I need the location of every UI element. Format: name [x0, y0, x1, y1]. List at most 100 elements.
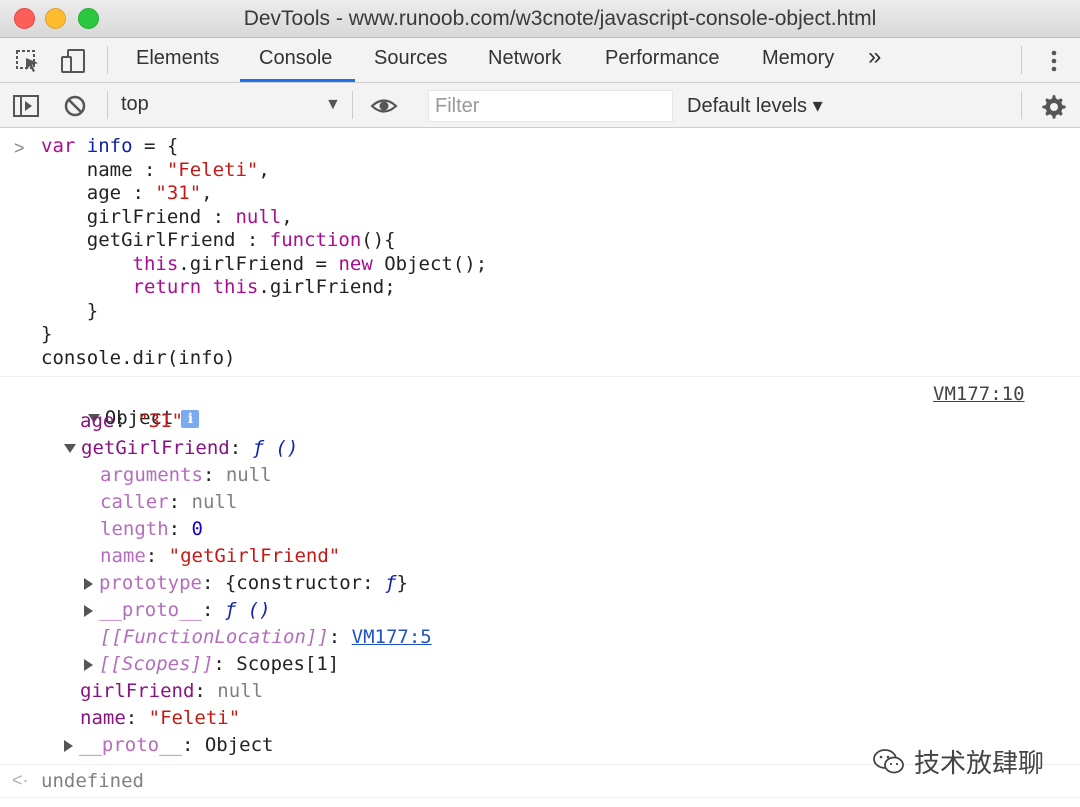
inspect-element-icon[interactable]	[14, 47, 42, 75]
message-divider	[0, 797, 1080, 798]
tab-sources[interactable]: Sources	[374, 47, 447, 70]
code-token: info	[86, 135, 133, 157]
watermark-text: 技术放肆聊	[913, 749, 1044, 779]
toolbar-separator	[352, 91, 353, 119]
code-token: null	[217, 680, 264, 702]
object-property-row: name: "getGirlFriend"	[100, 544, 340, 568]
object-property-row[interactable]: getGirlFriend: ƒ ()	[64, 436, 298, 460]
code-token: :	[168, 491, 192, 513]
more-options-icon[interactable]	[1040, 47, 1068, 75]
code-token: : Object	[181, 734, 274, 756]
code-token: :	[114, 410, 138, 432]
object-property-row[interactable]: __proto__: ƒ ()	[84, 598, 271, 622]
source-link[interactable]: VM177:10	[933, 382, 1025, 406]
code-token: [[Scopes]]	[99, 653, 214, 675]
devtools-tabbar: Elements Console Sources Network Perform…	[0, 38, 1080, 83]
expand-triangle-icon[interactable]	[84, 658, 93, 671]
device-toolbar-icon[interactable]	[59, 47, 87, 75]
code-token: :	[145, 545, 169, 567]
code-token: }	[41, 323, 53, 345]
tab-console[interactable]: Console	[259, 47, 332, 70]
code-token: .girlFriend =	[178, 252, 339, 275]
context-dropdown-icon[interactable]: ▼	[325, 96, 341, 114]
code-token: :	[328, 626, 352, 648]
code-token: prototype	[99, 572, 202, 594]
filter-input[interactable]: Filter	[428, 90, 673, 122]
tabbar-separator	[107, 46, 108, 74]
object-root[interactable]: Object i	[42, 382, 200, 429]
object-property-row[interactable]: __proto__: Object	[64, 733, 273, 757]
code-token: ƒ ()	[224, 599, 271, 621]
code-token: :	[202, 464, 226, 486]
expand-triangle-icon[interactable]	[84, 577, 93, 590]
code-token: girlFriend :	[41, 205, 236, 228]
result-arrow-icon: <·	[12, 770, 29, 790]
code-token: ƒ ()	[252, 437, 299, 459]
code-line: }	[41, 322, 52, 346]
context-selector[interactable]: top	[121, 93, 149, 116]
expand-triangle-icon[interactable]	[64, 739, 73, 752]
show-sidebar-icon[interactable]	[12, 92, 40, 120]
object-property-row[interactable]: [[Scopes]]: Scopes[1]	[84, 652, 339, 676]
code-token: null	[191, 491, 238, 513]
code-token: getGirlFriend	[81, 437, 230, 459]
code-token: getGirlFriend :	[41, 229, 270, 251]
watermark: 技术放肆聊	[872, 743, 1044, 780]
more-tabs-button[interactable]: »	[868, 43, 881, 71]
code-token: name	[80, 707, 126, 729]
code-token: Object();	[372, 252, 488, 275]
code-token: function	[269, 229, 362, 251]
code-token: this	[212, 276, 259, 298]
code-token: :	[168, 518, 192, 540]
object-property-row: girlFriend: null	[80, 679, 263, 703]
code-token: 0	[191, 518, 203, 540]
object-property-row: name: "Feleti"	[80, 706, 240, 730]
object-property-row: arguments: null	[100, 463, 272, 487]
expand-triangle-icon[interactable]	[84, 604, 93, 617]
code-token: : {constructor:	[201, 572, 385, 594]
code-token: }	[41, 299, 99, 322]
code-token: ,	[201, 182, 213, 204]
code-token: "getGirlFriend"	[168, 545, 341, 567]
live-expression-eye-icon[interactable]	[370, 92, 398, 120]
code-token: "31"	[155, 182, 202, 204]
collapse-triangle-icon[interactable]	[64, 444, 76, 453]
code-token: null	[225, 464, 272, 486]
code-token: :	[194, 680, 218, 702]
console-output[interactable]: > var info = { name : "Feleti", age : "3…	[0, 129, 1080, 807]
info-icon[interactable]: i	[181, 409, 200, 428]
tab-network[interactable]: Network	[488, 47, 561, 70]
code-token: length	[100, 518, 169, 540]
settings-gear-icon[interactable]	[1039, 92, 1067, 120]
object-property-row[interactable]: prototype: {constructor: ƒ}	[84, 571, 408, 595]
object-property-row: length: 0	[100, 517, 203, 541]
code-token: __proto__	[99, 599, 202, 621]
tab-memory[interactable]: Memory	[762, 47, 834, 70]
code-token: "Feleti"	[166, 158, 259, 181]
code-token: :	[229, 437, 253, 459]
code-token: new	[338, 252, 373, 275]
object-property-row: age: "31"	[80, 409, 183, 433]
object-property-row: [[FunctionLocation]]: VM177:5	[100, 625, 432, 649]
function-location-link[interactable]: VM177:5	[352, 626, 432, 648]
code-token: : Scopes[1]	[213, 653, 340, 675]
console-toolbar: top ▼ Filter Default levels ▾	[0, 83, 1080, 128]
code-token: ƒ	[384, 572, 397, 594]
tab-performance[interactable]: Performance	[605, 47, 720, 70]
tabbar-separator	[1021, 46, 1022, 74]
code-line: name : "Feleti",	[41, 158, 270, 182]
tab-elements[interactable]: Elements	[136, 47, 219, 70]
code-line: getGirlFriend : function(){	[41, 228, 396, 252]
code-token: ,	[281, 205, 293, 228]
code-token: console.dir(info)	[41, 346, 236, 369]
toolbar-separator	[107, 91, 108, 119]
object-property-row: caller: null	[100, 490, 237, 514]
code-line: var info = {	[41, 134, 178, 158]
code-token: girlFriend	[80, 680, 195, 702]
log-levels-dropdown[interactable]: Default levels ▾	[687, 93, 823, 118]
code-token: (){	[361, 229, 396, 251]
clear-console-icon[interactable]	[61, 92, 89, 120]
